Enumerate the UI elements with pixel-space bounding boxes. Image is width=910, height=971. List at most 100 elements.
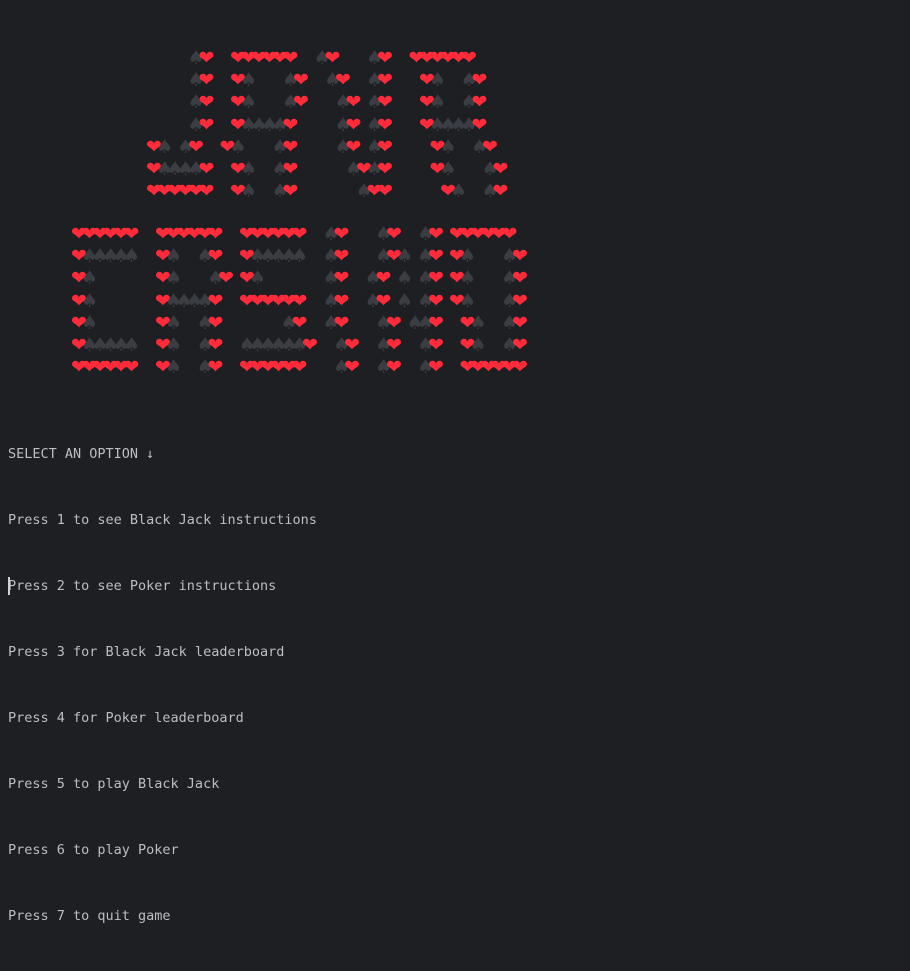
heart-icon: ❤ bbox=[386, 223, 402, 245]
spade-icon: ♠ bbox=[122, 245, 141, 268]
heart-icon: ❤ bbox=[344, 334, 360, 356]
heart-icon: ❤ bbox=[333, 289, 350, 312]
spade-icon: ♠ bbox=[164, 356, 183, 379]
heart-icon: ❤ bbox=[335, 69, 351, 92]
spade-icon: ♠ bbox=[458, 267, 477, 290]
heart-icon: ❤ bbox=[512, 356, 528, 379]
heart-icon: ❤ bbox=[324, 47, 341, 69]
menu-option-2: Press 2 to see Poker instructions bbox=[8, 578, 277, 594]
heart-icon: ❤ bbox=[386, 334, 402, 356]
heart-icon: ❤ bbox=[291, 223, 308, 245]
menu-option-6: Press 6 to play Poker bbox=[8, 842, 179, 858]
spade-icon: ♠ bbox=[428, 91, 447, 114]
heart-icon: ❤ bbox=[333, 311, 350, 334]
heart-icon: ❤ bbox=[293, 69, 309, 92]
heart-icon: ❤ bbox=[282, 180, 299, 203]
heart-icon: ❤ bbox=[492, 158, 509, 180]
spade-icon: ♠ bbox=[164, 267, 183, 290]
spade-icon: ♠ bbox=[469, 311, 487, 334]
heart-icon: ❤ bbox=[333, 223, 350, 245]
spade-icon: ♠ bbox=[239, 158, 258, 180]
spade-icon: ♠ bbox=[155, 135, 174, 158]
heart-icon: ❤ bbox=[512, 311, 528, 334]
heart-icon: ❤ bbox=[482, 135, 498, 158]
spade-icon: ♠ bbox=[458, 289, 477, 312]
spade-icon: ♠ bbox=[164, 245, 183, 268]
heart-icon: ❤ bbox=[291, 311, 308, 334]
heart-icon: ❤ bbox=[386, 356, 402, 379]
heart-icon: ❤ bbox=[512, 334, 528, 356]
heart-icon: ❤ bbox=[218, 267, 234, 290]
spade-icon: ♠ bbox=[80, 311, 99, 334]
heart-icon: ❤ bbox=[207, 334, 224, 356]
down-arrow-icon: ↓ bbox=[146, 446, 155, 462]
heart-icon: ❤ bbox=[333, 245, 350, 268]
heart-icon: ❤ bbox=[207, 289, 224, 312]
heart-icon: ❤ bbox=[207, 356, 224, 379]
heart-icon: ❤ bbox=[377, 158, 393, 180]
heart-icon: ❤ bbox=[377, 180, 393, 203]
spade-icon: ♠ bbox=[469, 334, 487, 356]
heart-icon: ❤ bbox=[512, 289, 528, 312]
text-cursor[interactable] bbox=[8, 577, 10, 595]
heart-icon: ❤ bbox=[302, 334, 318, 356]
spade-icon: ♠ bbox=[395, 245, 414, 268]
heart-icon: ❤ bbox=[377, 69, 393, 92]
heart-icon: ❤ bbox=[344, 356, 360, 379]
heart-icon: ❤ bbox=[345, 113, 362, 136]
heart-icon: ❤ bbox=[198, 158, 215, 180]
heart-icon: ❤ bbox=[375, 289, 392, 312]
spade-icon: ♠ bbox=[290, 245, 309, 268]
heart-icon: ❤ bbox=[207, 223, 224, 245]
spade-icon: ♠ bbox=[164, 334, 183, 356]
heart-icon: ❤ bbox=[198, 69, 215, 92]
spade-icon: ♠ bbox=[239, 69, 258, 92]
heart-icon: ❤ bbox=[345, 135, 362, 158]
heart-icon: ❤ bbox=[123, 223, 140, 245]
heart-icon: ❤ bbox=[198, 113, 215, 136]
heart-icon: ❤ bbox=[207, 245, 224, 268]
heart-icon: ❤ bbox=[471, 91, 488, 114]
heart-icon: ❤ bbox=[282, 158, 299, 180]
main-menu: SELECT AN OPTION ↓ Press 1 to see Black J… bbox=[8, 399, 317, 971]
java-casino-ascii-banner: ♠ ❤ ❤ ❤ ❤ ❤ ❤ ❤ ♠ ❤ ♠ ❤ ❤ ❤ ❤ ❤ ❤ ❤ ♠ ❤ ❤ ♠ ♠ ❤ ♠ ❤ ♠ ❤ ❤ ♠ ♠ ❤ ♠ ❤ ❤ ♠ ♠ ❤ ♠ ❤… bbox=[0, 0, 910, 400]
spade-icon: ♠ bbox=[439, 158, 457, 180]
menu-option-5: Press 5 to play Black Jack bbox=[8, 776, 220, 792]
heart-icon: ❤ bbox=[282, 47, 299, 69]
menu-option-1: Press 1 to see Black Jack instructions bbox=[8, 512, 317, 528]
spade-icon: ♠ bbox=[80, 289, 99, 312]
heart-icon: ❤ bbox=[428, 334, 444, 356]
heart-icon: ❤ bbox=[198, 180, 215, 203]
heart-icon: ❤ bbox=[207, 311, 224, 334]
heart-icon: ❤ bbox=[198, 91, 215, 114]
heart-icon: ❤ bbox=[501, 223, 518, 245]
heart-icon: ❤ bbox=[345, 91, 362, 114]
heart-icon: ❤ bbox=[377, 113, 393, 136]
heart-icon: ❤ bbox=[428, 223, 444, 245]
heart-icon: ❤ bbox=[377, 47, 393, 69]
heart-icon: ❤ bbox=[428, 289, 444, 312]
heart-icon: ❤ bbox=[461, 47, 477, 69]
heart-icon: ❤ bbox=[375, 267, 392, 290]
heart-icon: ❤ bbox=[293, 91, 309, 114]
heart-icon: ❤ bbox=[377, 91, 393, 114]
heart-icon: ❤ bbox=[282, 113, 299, 136]
spade-icon: ♠ bbox=[439, 135, 457, 158]
heart-icon: ❤ bbox=[377, 135, 393, 158]
heart-icon: ❤ bbox=[188, 135, 204, 158]
heart-icon: ❤ bbox=[428, 356, 444, 379]
menu-option-3: Press 3 for Black Jack leaderboard bbox=[8, 644, 285, 660]
heart-icon: ❤ bbox=[428, 245, 444, 268]
heart-icon: ❤ bbox=[291, 289, 308, 312]
terminal-console: ♠ ❤ ❤ ❤ ❤ ❤ ❤ ❤ ♠ ❤ ♠ ❤ ❤ ❤ ❤ ❤ ❤ ❤ ♠ ❤ ❤ ♠ ♠ ❤ ♠ ❤ ♠ ❤ ❤ ♠ ♠ ❤ ♠ ❤ ❤ ♠ ♠ ❤ ♠ ❤… bbox=[0, 0, 910, 924]
spade-icon: ♠ bbox=[122, 334, 141, 356]
heart-icon: ❤ bbox=[471, 69, 488, 92]
spade-icon: ♠ bbox=[80, 267, 99, 290]
heart-icon: ❤ bbox=[333, 267, 350, 290]
heart-icon: ❤ bbox=[386, 311, 402, 334]
heart-icon: ❤ bbox=[282, 135, 299, 158]
spade-icon: ♠ bbox=[248, 267, 267, 290]
spade-icon: ♠ bbox=[458, 245, 477, 268]
heart-icon: ❤ bbox=[428, 311, 444, 334]
spade-icon: ♠ bbox=[239, 180, 258, 203]
